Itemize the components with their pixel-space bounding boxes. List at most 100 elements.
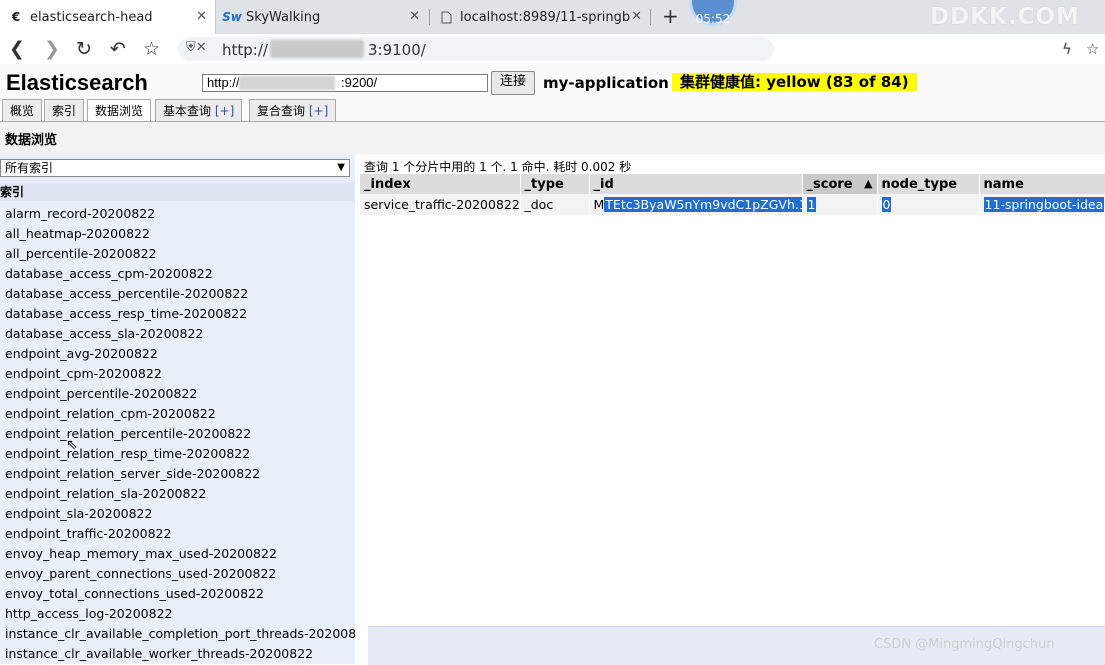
browser-tab-title: localhost:8989/11-springbo [460, 9, 630, 25]
results-table: _index _type _id _score ▲ node_type name… [360, 174, 1105, 215]
cell-node-type-value: 0 [881, 197, 892, 212]
cell-score[interactable]: 1 [802, 194, 878, 215]
browser-toolbar: ❮ ❯ ↻ ↶ ☆ ⛨✕ http:// 3:9100/ ϟ ☆ [0, 34, 1105, 65]
index-item[interactable]: endpoint_relation_resp_time-20200822 [0, 444, 355, 464]
index-section-header: 索引 [0, 183, 355, 201]
index-item[interactable]: endpoint_percentile-20200822 [0, 384, 355, 404]
column-header-score-label: _score [806, 176, 853, 192]
tab-plus: [+] [308, 104, 329, 118]
index-select-value: 所有索引 [5, 161, 54, 175]
index-item[interactable]: all_percentile-20200822 [0, 244, 355, 264]
close-tab-icon[interactable]: ✕ [409, 9, 420, 24]
address-url-prefix: http:// [222, 41, 268, 59]
cell-id-value: TEtc3ByaW5nYm9vdC1pZGVh.1 [604, 197, 801, 212]
index-item[interactable]: endpoint_relation_cpm-20200822 [0, 404, 355, 424]
new-tab-button[interactable]: + [662, 4, 679, 28]
tab-label: 复合查询 [257, 104, 306, 118]
cell-type[interactable]: _doc [520, 194, 590, 215]
connect-url-prefix: http:// [207, 75, 240, 90]
index-sidebar: 所有索引 ▼ 索引 alarm_record-20200822 all_heat… [0, 154, 355, 664]
cell-name[interactable]: 11-springboot-idea [979, 194, 1105, 215]
results-panel: 查询 1 个分片中用的 1 个. 1 命中. 耗时 0.002 秒 _index… [360, 154, 1105, 664]
address-url-suffix: 3:9100/ [368, 41, 426, 59]
cluster-health-badge: 集群健康值: yellow (83 of 84) [672, 73, 917, 91]
section-title: 数据浏览 [5, 133, 58, 148]
connect-url-input[interactable]: http:// :9200/ [202, 74, 488, 92]
cell-node-type[interactable]: 0 [877, 194, 980, 215]
index-item[interactable]: endpoint_sla-20200822 [0, 504, 355, 524]
index-item[interactable]: database_access_resp_time-20200822 [0, 304, 355, 324]
index-item[interactable]: alarm_record-20200822 [0, 204, 355, 224]
clock-badge: 05:52 [689, 0, 737, 26]
index-item[interactable]: endpoint_avg-20200822 [0, 344, 355, 364]
browser-tab-title: elasticsearch-head [30, 9, 153, 25]
tab-label: 概览 [10, 104, 35, 118]
column-header-node-type[interactable]: node_type [877, 174, 980, 194]
index-item[interactable]: envoy_parent_connections_used-20200822 [0, 564, 355, 584]
tab-overview[interactable]: 概览 [2, 99, 43, 121]
dropdown-arrow-icon: ▼ [337, 162, 345, 173]
sort-ascending-icon: ▲ [864, 176, 873, 190]
close-tab-icon[interactable]: ✕ [196, 9, 207, 24]
cell-name-value: 11-springboot-idea [983, 197, 1104, 212]
index-item[interactable]: instance_clr_available_worker_threads-20… [0, 644, 355, 664]
column-header-score[interactable]: _score ▲ [802, 174, 878, 194]
redacted-host [239, 76, 335, 90]
browser-tab-title: SkyWalking [246, 9, 321, 25]
undo-icon[interactable]: ↶ [110, 38, 126, 60]
forward-icon[interactable]: ❯ [44, 38, 60, 60]
index-item[interactable]: http_access_log-20200822 [0, 604, 355, 624]
reload-icon[interactable]: ↻ [76, 38, 92, 60]
lightning-icon[interactable]: ϟ [1062, 40, 1072, 58]
index-item[interactable]: endpoint_relation_sla-20200822 [0, 484, 355, 504]
address-bar[interactable]: ⛨✕ http:// 3:9100/ [178, 37, 774, 61]
connect-button[interactable]: 连接 [491, 71, 535, 95]
index-list: alarm_record-20200822 all_heatmap-202008… [0, 204, 355, 664]
tab-compound-query[interactable]: 复合查询 [+] [249, 99, 337, 121]
column-header-type[interactable]: _type [520, 174, 590, 194]
index-item[interactable]: database_access_sla-20200822 [0, 324, 355, 344]
index-item[interactable]: envoy_total_connections_used-20200822 [0, 584, 355, 604]
index-item[interactable]: all_heatmap-20200822 [0, 224, 355, 244]
app-logo: Elasticsearch [6, 70, 148, 95]
index-item[interactable]: database_access_cpm-20200822 [0, 264, 355, 284]
table-row[interactable]: service_traffic-20200822 _doc MTEtc3ByaW… [360, 194, 1105, 215]
tab-indices[interactable]: 索引 [44, 99, 85, 121]
browser-tab-localhost[interactable]: localhost:8989/11-springbo ✕ [430, 0, 650, 34]
table-header-row: _index _type _id _score ▲ node_type name [360, 174, 1105, 194]
favorite-star-icon[interactable]: ☆ [1086, 40, 1099, 58]
index-item[interactable]: endpoint_relation_percentile-20200822 [0, 424, 355, 444]
watermark: DDKK.COM [930, 4, 1080, 30]
index-item[interactable]: instance_clr_available_completion_port_t… [0, 624, 355, 644]
bookmark-star-icon[interactable]: ☆ [143, 38, 160, 60]
close-tab-icon[interactable]: ✕ [631, 9, 642, 24]
cell-id[interactable]: MTEtc3ByaW5nYm9vdC1pZGVh.1 [589, 194, 803, 215]
cell-id-prefix: M [593, 197, 605, 212]
tab-separator [650, 9, 651, 25]
column-header-index[interactable]: _index [360, 174, 521, 194]
csdn-watermark: CSDN @MingmingQingchun [874, 637, 1055, 652]
tab-label: 数据浏览 [95, 104, 144, 118]
cell-index[interactable]: service_traffic-20200822 [360, 194, 521, 215]
tab-plus: [+] [214, 104, 235, 118]
back-icon[interactable]: ❮ [9, 38, 25, 60]
tab-basic-query[interactable]: 基本查询 [+] [155, 99, 243, 121]
section-header-bar [0, 122, 1105, 154]
browser-tab-strip: € elasticsearch-head ✕ Sw SkyWalking ✕ l… [0, 0, 1105, 34]
column-header-id[interactable]: _id [589, 174, 803, 194]
index-item[interactable]: endpoint_traffic-20200822 [0, 524, 355, 544]
nav-tabs: 概览 索引 数据浏览 基本查询 [+] 复合查询 [+] [0, 99, 1105, 122]
index-item[interactable]: endpoint_relation_server_side-20200822 [0, 464, 355, 484]
cluster-name: my-application [543, 74, 669, 92]
index-select[interactable]: 所有索引 ▼ [0, 159, 350, 177]
index-item[interactable]: database_access_percentile-20200822 [0, 284, 355, 304]
tab-data-browser[interactable]: 数据浏览 [87, 99, 152, 122]
index-item[interactable]: endpoint_cpm-20200822 [0, 364, 355, 384]
browser-tab-elasticsearch-head[interactable]: € elasticsearch-head ✕ [0, 0, 216, 34]
browser-tab-skywalking[interactable]: Sw SkyWalking ✕ [216, 0, 428, 34]
index-item[interactable]: envoy_heap_memory_max_used-20200822 [0, 544, 355, 564]
insecure-shield-icon: ⛨✕ [186, 40, 207, 55]
redacted-host [270, 40, 364, 58]
connect-url-suffix: :9200/ [341, 75, 378, 90]
column-header-name[interactable]: name [979, 174, 1105, 194]
